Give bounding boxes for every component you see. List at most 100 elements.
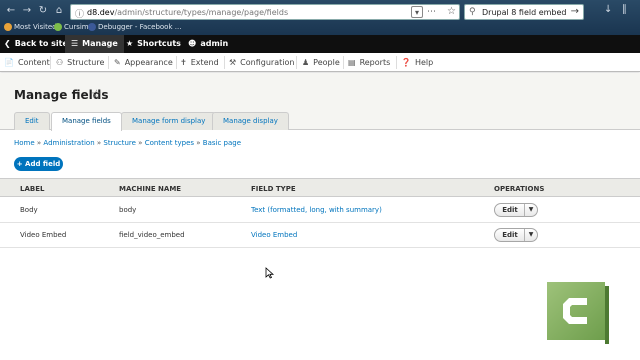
tray-item-extend[interactable]: ✝ Extend (178, 53, 219, 72)
paintbrush-icon: ✎ (114, 58, 121, 67)
back-to-site-label: Back to site (14, 39, 68, 48)
search-go-icon[interactable]: → (571, 6, 579, 17)
tray-item-label: Configuration (240, 58, 295, 67)
people-icon: ♟ (302, 58, 310, 67)
column-header-operations: OPERATIONS (494, 185, 545, 193)
divider (224, 56, 225, 69)
field-label: Body (20, 206, 38, 214)
column-header-machine-name: MACHINE NAME (119, 185, 182, 193)
bookmark-star-icon[interactable]: ☆ (447, 6, 456, 17)
page-icon (54, 23, 62, 31)
url-path: /admin/structure/types/manage/page/field… (114, 8, 289, 17)
search-bar[interactable]: ⚲ Drupal 8 field embed → (464, 4, 584, 20)
tray-item-content[interactable]: 📄 Content (2, 53, 50, 72)
breadcrumb-separator: » (194, 139, 203, 147)
puzzle-icon: ✝ (180, 58, 187, 67)
divider (396, 56, 397, 69)
file-icon: 📄 (4, 58, 14, 67)
admin-toolbar: ❮ Back to site ☰ Manage ★ Shortcuts ☻ admin (0, 35, 640, 53)
menu-icon: ☰ (71, 39, 79, 48)
field-label: Video Embed (20, 231, 67, 239)
chevron-down-icon[interactable]: ▼ (524, 204, 537, 216)
field-type-link[interactable]: Video Embed (251, 231, 297, 239)
more-icon[interactable]: ⋯ (427, 7, 436, 17)
forward-arrow-icon[interactable]: → (20, 4, 34, 18)
bookmark-most-visited[interactable]: Most Visited (4, 23, 57, 31)
field-machine-name: field_video_embed (119, 231, 185, 239)
back-icon: ❮ (4, 39, 11, 48)
shortcuts-tab[interactable]: ★ Shortcuts (126, 35, 181, 53)
tab-manage-form-display[interactable]: Manage form display (121, 112, 217, 130)
tray-item-appearance[interactable]: ✎ Appearance (112, 53, 173, 72)
reload-icon[interactable]: ↻ (36, 4, 50, 18)
manage-tab[interactable]: ☰ Manage (65, 35, 124, 53)
chevron-down-icon[interactable]: ▼ (524, 229, 537, 241)
edit-button[interactable]: Edit (495, 229, 525, 241)
logo-edge (605, 286, 609, 344)
tray-item-label: Reports (359, 58, 391, 67)
facebook-icon (88, 23, 96, 31)
tray-item-label: People (313, 58, 340, 67)
tray-item-label: Content (17, 58, 50, 67)
dropdown-icon[interactable]: ▾ (411, 6, 423, 18)
breadcrumb-structure[interactable]: Structure (103, 139, 136, 147)
column-header-field-type: FIELD TYPE (251, 185, 296, 193)
info-icon[interactable]: ⓘ (75, 7, 84, 20)
search-icon: ⚲ (469, 7, 476, 17)
camtasia-logo-icon (547, 282, 609, 344)
divider (176, 56, 177, 69)
user-icon: ☻ (188, 39, 197, 48)
table-row: Video Embed field_video_embed Video Embe… (0, 223, 640, 248)
bookmark-label: Debugger - Facebook ... (98, 23, 182, 31)
search-text: Drupal 8 field embed (482, 8, 567, 17)
tab-manage-fields[interactable]: Manage fields (51, 112, 122, 131)
user-label: admin (200, 39, 229, 48)
url-bar[interactable]: ⓘ d8.dev/admin/structure/types/manage/pa… (70, 4, 460, 20)
help-icon: ❓ (401, 58, 411, 67)
divider (50, 56, 51, 69)
divider (108, 56, 109, 69)
bookmarks-bar: Most Visited Cursimd Debugger - Facebook… (0, 22, 640, 35)
tray-item-label: Extend (190, 58, 219, 67)
home-icon[interactable]: ⌂ (52, 4, 66, 18)
bookmark-debugger[interactable]: Debugger - Facebook ... (88, 23, 181, 31)
user-tab[interactable]: ☻ admin (188, 35, 228, 53)
breadcrumb: Home » Administration » Structure » Cont… (14, 139, 241, 147)
tray-item-label: Appearance (124, 58, 173, 67)
library-icon[interactable]: ∥ (622, 4, 627, 15)
divider (296, 56, 297, 69)
breadcrumb-administration[interactable]: Administration (43, 139, 94, 147)
edit-button[interactable]: Edit (495, 204, 525, 216)
back-arrow-icon[interactable]: ← (4, 4, 18, 18)
breadcrumb-content-types[interactable]: Content types (145, 139, 194, 147)
field-type-link[interactable]: Text (formatted, long, with summary) (251, 206, 382, 214)
breadcrumb-home[interactable]: Home (14, 139, 35, 147)
tray-item-reports[interactable]: ▤ Reports (346, 53, 390, 72)
tray-item-label: Structure (67, 58, 105, 67)
star-icon: ★ (126, 39, 134, 48)
tab-manage-display[interactable]: Manage display (212, 112, 289, 130)
structure-icon: ⚇ (56, 58, 64, 67)
reports-icon: ▤ (348, 58, 356, 67)
tray-item-configuration[interactable]: ⚒ Configuration (227, 53, 294, 72)
bookmark-label: Most Visited (14, 23, 57, 31)
favorite-star-icon[interactable]: ☆ (91, 87, 102, 101)
divider (343, 56, 344, 69)
table-row: Body body Text (formatted, long, with su… (0, 198, 640, 223)
url-host: d8.dev (87, 8, 115, 17)
tray-item-structure[interactable]: ⚇ Structure (54, 53, 104, 72)
manage-label: Manage (82, 39, 118, 48)
download-icon[interactable]: ↓ (604, 4, 612, 15)
add-field-button[interactable]: + Add field (14, 157, 63, 171)
wrench-icon: ⚒ (229, 58, 237, 67)
breadcrumb-basic-page[interactable]: Basic page (203, 139, 241, 147)
tray-item-help[interactable]: ❓ Help (399, 53, 433, 72)
operations-dropbutton: Edit ▼ (494, 203, 538, 217)
back-to-site-link[interactable]: ❮ Back to site (4, 35, 68, 53)
tab-edit[interactable]: Edit (14, 112, 50, 130)
field-machine-name: body (119, 206, 137, 214)
admin-tray: 📄 Content ⚇ Structure ✎ Appearance ✝ Extend … (0, 53, 640, 72)
tray-item-people[interactable]: ♟ People (300, 53, 340, 72)
breadcrumb-separator: » (135, 139, 145, 147)
url-text: d8.dev/admin/structure/types/manage/page… (87, 8, 288, 17)
